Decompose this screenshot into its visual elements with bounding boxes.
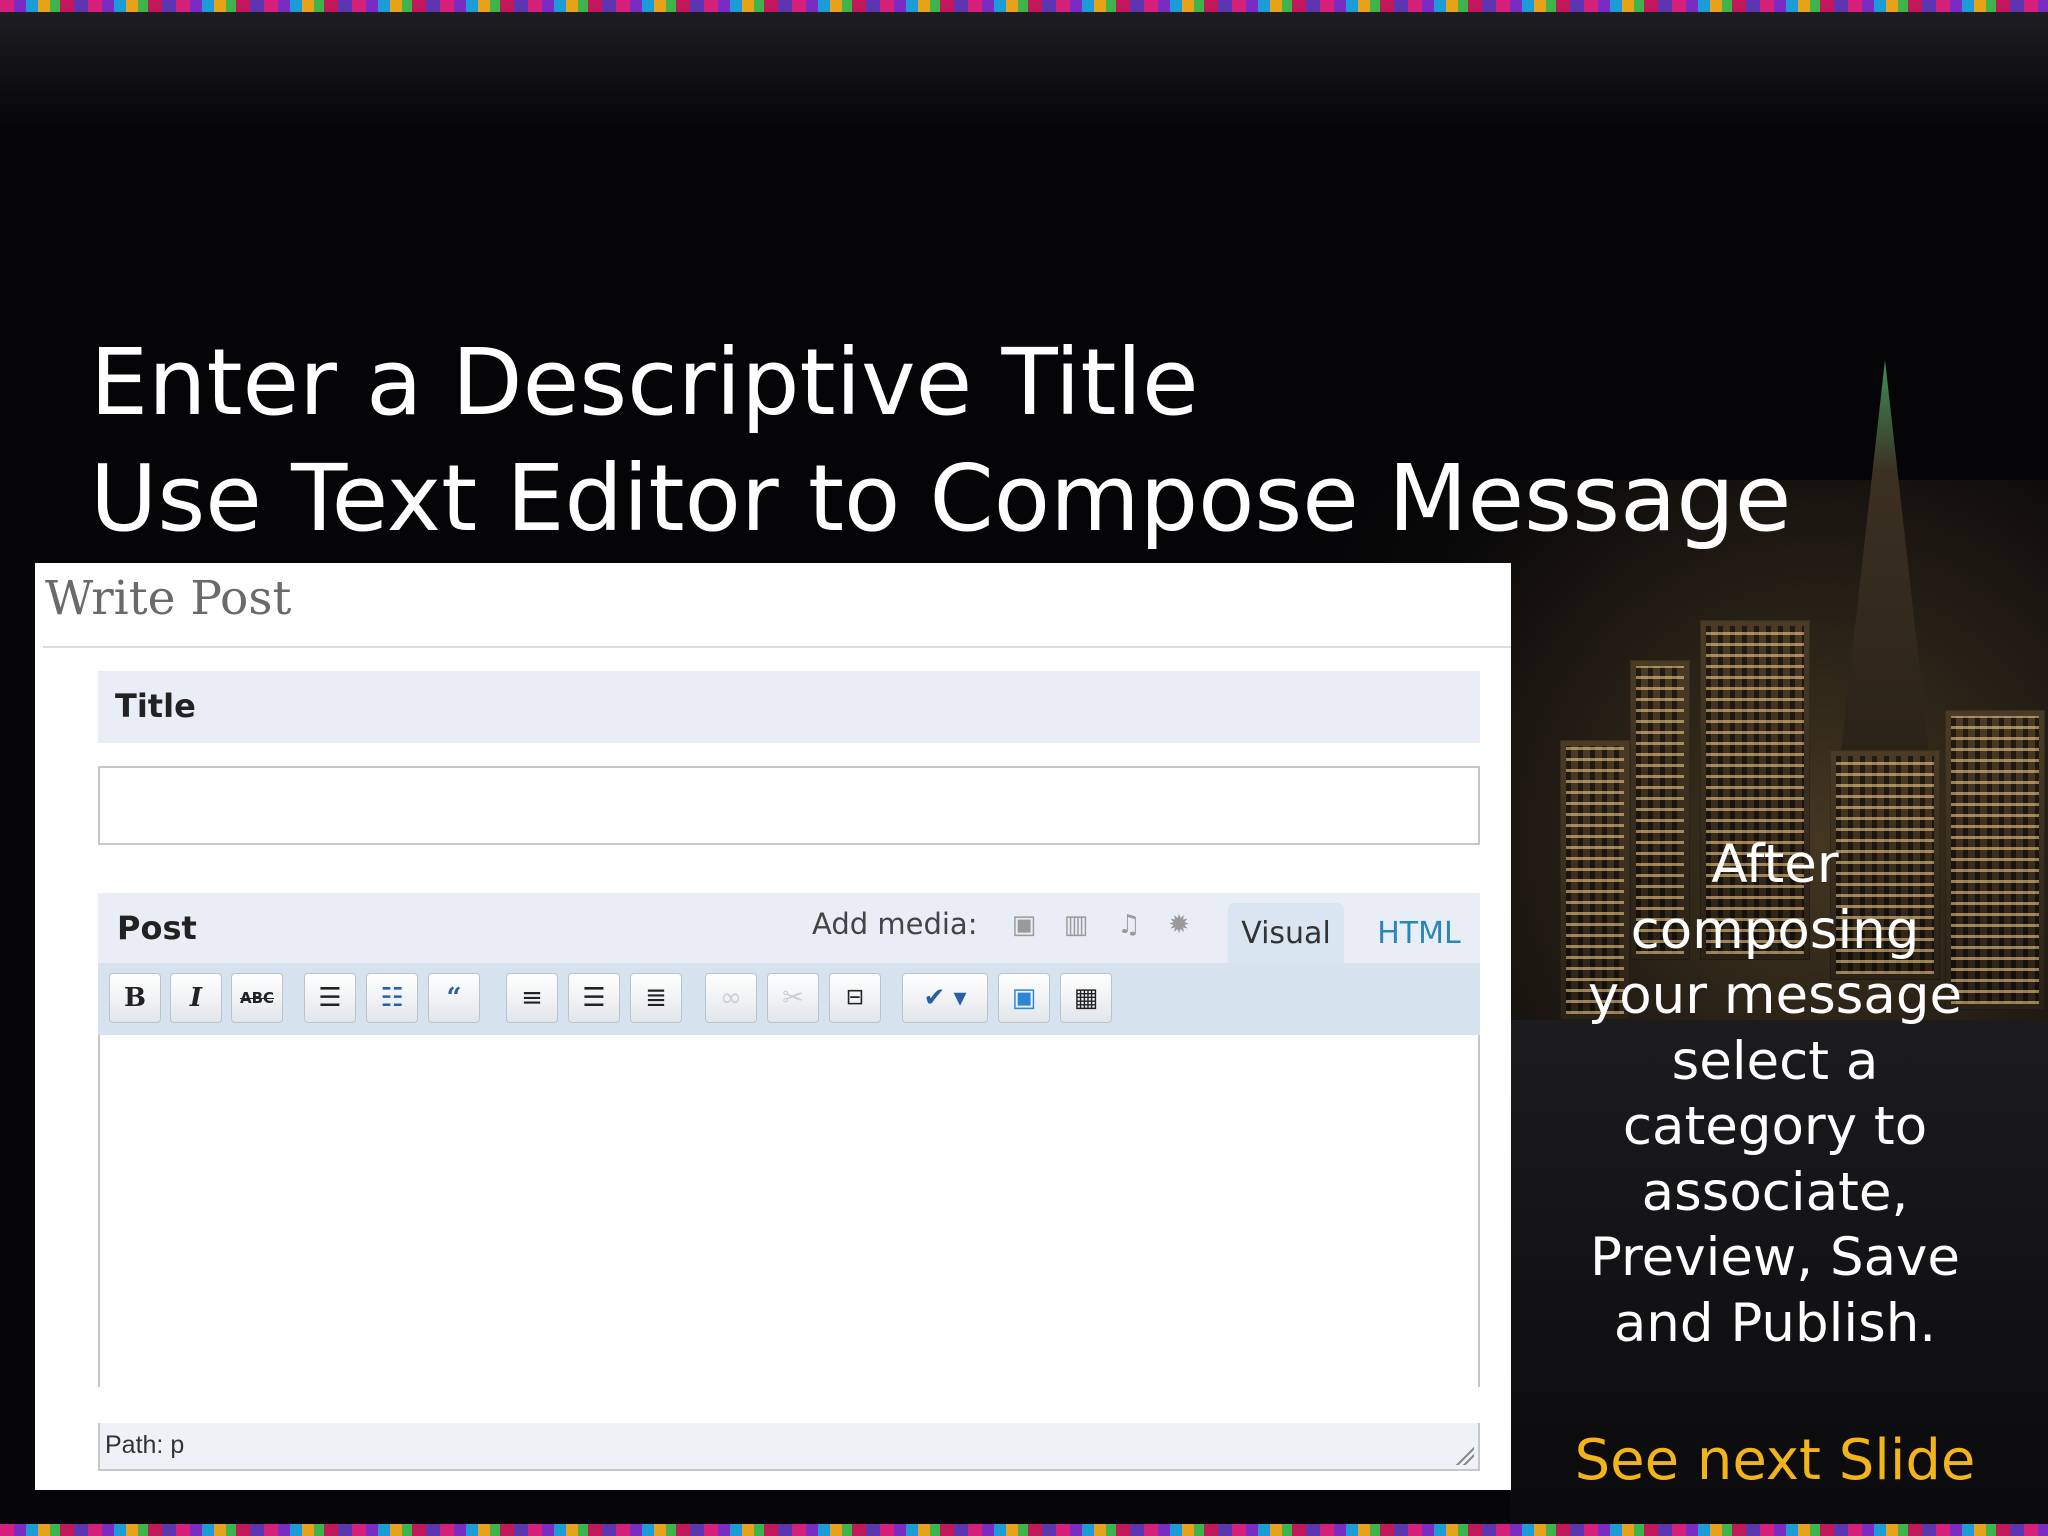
slide-title-line-2: Use Text Editor to Compose Message: [90, 445, 1792, 552]
side-note-line: category to: [1622, 1096, 1928, 1157]
side-note-line: associate,: [1641, 1161, 1909, 1223]
post-label: Post: [117, 909, 197, 947]
title-input[interactable]: [98, 766, 1480, 845]
unlink-icon[interactable]: ✂: [767, 973, 819, 1023]
align-center-icon[interactable]: ☰: [568, 973, 620, 1023]
add-media-label: Add media:: [812, 907, 978, 941]
editor-status-bar: Path: p: [98, 1423, 1480, 1471]
heading-divider: [43, 646, 1511, 648]
tab-visual[interactable]: Visual: [1228, 903, 1344, 963]
slide-title: Enter a Descriptive Title Use Text Edito…: [90, 325, 1791, 557]
bold-icon[interactable]: B: [109, 973, 161, 1023]
strikethrough-icon[interactable]: ABC: [231, 973, 283, 1023]
post-section-header: Post Add media: ▣ ▥ ♫ ✹ Visual HTML: [98, 893, 1480, 963]
side-note-line: and Publish.: [1613, 1292, 1937, 1354]
media-star-icon[interactable]: ✹: [1164, 911, 1194, 939]
audio-icon[interactable]: ♫: [1114, 911, 1144, 939]
link-icon[interactable]: ∞: [705, 973, 757, 1023]
see-next-slide-link[interactable]: See next Slide: [1560, 1428, 1990, 1494]
tab-html[interactable]: HTML: [1364, 903, 1474, 963]
side-note-line: your message: [1587, 965, 1963, 1026]
side-note-line: composing: [1630, 899, 1920, 961]
side-note-line: select a: [1671, 1030, 1879, 1092]
spellcheck-icon[interactable]: ✔ ▾: [902, 973, 988, 1023]
more-tag-icon[interactable]: ⊟: [829, 973, 881, 1023]
slide-title-line-1: Enter a Descriptive Title: [90, 329, 1199, 436]
video-icon[interactable]: ▥: [1061, 911, 1091, 939]
title-section-header: Title: [98, 671, 1480, 743]
resize-handle-icon[interactable]: [1454, 1445, 1474, 1465]
italic-icon[interactable]: I: [170, 973, 222, 1023]
side-note-line: Preview, Save: [1589, 1227, 1961, 1288]
editor-toolbar: B I ABC ☰ ☷ “ ≡ ☰ ≣ ∞ ✂ ⊟ ✔ ▾ ▣ ▦: [98, 963, 1480, 1035]
write-post-heading: Write Post: [45, 571, 292, 626]
side-instructions: After composing your message select a ca…: [1565, 832, 1985, 1356]
blockquote-icon[interactable]: “: [428, 973, 480, 1023]
post-editor-area[interactable]: [98, 1035, 1480, 1387]
bottom-color-stripe: [0, 1524, 2048, 1536]
write-post-screenshot: Write Post Title Post Add media: ▣ ▥ ♫ ✹…: [35, 563, 1511, 1490]
fullscreen-icon[interactable]: ▣: [998, 973, 1050, 1023]
top-color-stripe: [0, 0, 2048, 12]
title-label: Title: [115, 687, 196, 725]
align-left-icon[interactable]: ≡: [506, 973, 558, 1023]
status-path: Path: p: [105, 1431, 185, 1459]
align-right-icon[interactable]: ≣: [630, 973, 682, 1023]
side-note-line: After: [1711, 834, 1839, 895]
top-band: [0, 12, 2048, 132]
bullet-list-icon[interactable]: ☰: [304, 973, 356, 1023]
image-icon[interactable]: ▣: [1009, 911, 1039, 939]
kitchen-sink-icon[interactable]: ▦: [1060, 973, 1112, 1023]
numbered-list-icon[interactable]: ☷: [366, 973, 418, 1023]
